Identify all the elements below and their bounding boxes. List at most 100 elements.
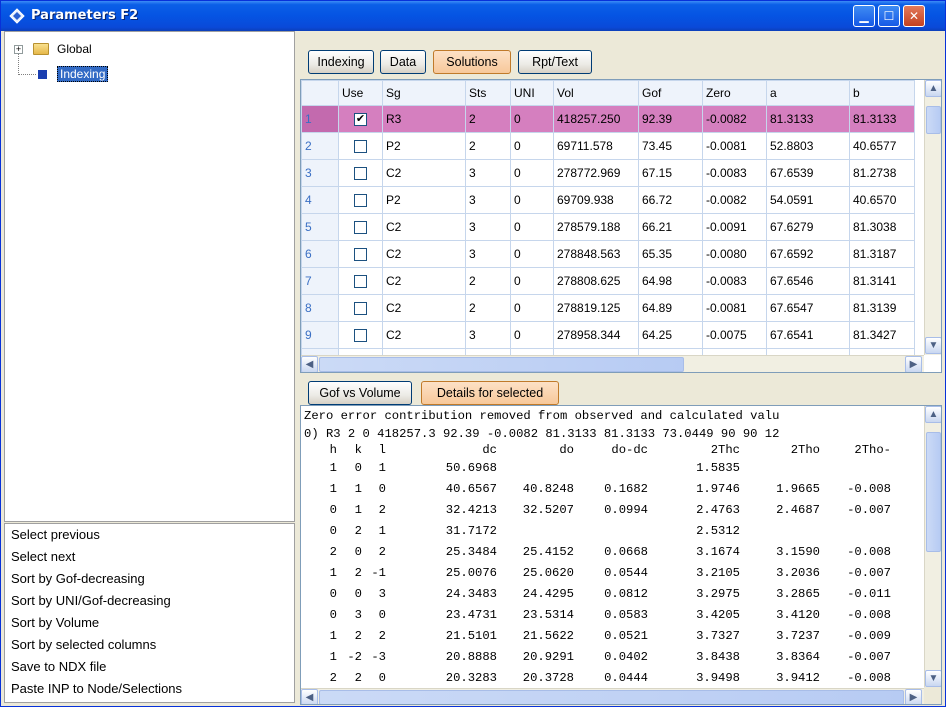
scroll-down-icon[interactable]: ▼ bbox=[925, 337, 941, 354]
action-sort-uni-gof[interactable]: Sort by UNI/Gof-decreasing bbox=[11, 593, 171, 608]
cell-uni[interactable]: 0 bbox=[510, 213, 554, 241]
cell-a[interactable]: 67.6279 bbox=[766, 213, 850, 241]
cell-uni[interactable]: 0 bbox=[510, 105, 554, 133]
cell-uni[interactable]: 0 bbox=[510, 267, 554, 295]
row-number[interactable]: 2 bbox=[301, 132, 339, 160]
grid-vertical-scrollbar[interactable]: ▲ ▼ bbox=[924, 80, 941, 355]
cell-zero[interactable]: -0.0082 bbox=[702, 105, 767, 133]
cell-sg[interactable]: C2 bbox=[382, 159, 466, 187]
table-row[interactable]: 7 C2 2 0 278808.625 64.98 -0.0083 67.6546 81.314… bbox=[301, 267, 915, 295]
scroll-left-icon[interactable]: ◀ bbox=[301, 689, 318, 704]
cell-uni[interactable]: 0 bbox=[510, 159, 554, 187]
cell-sg[interactable]: C2 bbox=[382, 240, 466, 268]
cell-a[interactable]: 81.3133 bbox=[766, 105, 850, 133]
scroll-right-icon[interactable]: ▶ bbox=[905, 356, 922, 372]
col-header-vol[interactable]: Vol bbox=[553, 80, 639, 106]
col-header-sts[interactable]: Sts bbox=[465, 80, 511, 106]
action-sort-selected-columns[interactable]: Sort by selected columns bbox=[11, 637, 156, 652]
use-checkbox[interactable] bbox=[354, 329, 367, 343]
action-select-next[interactable]: Select next bbox=[11, 549, 75, 564]
tab-gof-vs-volume[interactable]: Gof vs Volume bbox=[308, 381, 412, 405]
action-sort-volume[interactable]: Sort by Volume bbox=[11, 615, 99, 630]
minimize-button[interactable]: ▁ bbox=[853, 5, 875, 27]
maximize-button[interactable]: ☐ bbox=[878, 5, 900, 27]
use-checkbox[interactable] bbox=[354, 194, 367, 208]
cell-vol[interactable]: 278808.625 bbox=[553, 267, 639, 295]
cell-vol[interactable]: 278819.125 bbox=[553, 294, 639, 322]
resize-grip-icon[interactable] bbox=[924, 687, 941, 704]
col-header-a[interactable]: a bbox=[766, 80, 850, 106]
cell-b[interactable]: 81.3133 bbox=[849, 105, 915, 133]
table-row[interactable]: 9 C2 3 0 278958.344 64.25 -0.0075 67.6541 81.342… bbox=[301, 321, 915, 349]
col-header-sg[interactable]: Sg bbox=[382, 80, 466, 106]
action-sort-gof[interactable]: Sort by Gof-decreasing bbox=[11, 571, 145, 586]
cell-b[interactable]: 40.6570 bbox=[849, 186, 915, 214]
table-row[interactable]: 2 P2 2 0 69711.578 73.45 -0.0081 52.8803 40.6577 bbox=[301, 132, 915, 160]
tab-rpt-text[interactable]: Rpt/Text bbox=[518, 50, 592, 74]
cell-zero[interactable]: -0.0082 bbox=[702, 186, 767, 214]
scroll-thumb[interactable] bbox=[926, 432, 941, 552]
col-header-gof[interactable]: Gof bbox=[638, 80, 703, 106]
cell-sg[interactable]: R3 bbox=[382, 105, 466, 133]
use-checkbox[interactable] bbox=[354, 248, 367, 262]
cell-sg[interactable]: C2 bbox=[382, 213, 466, 241]
table-row[interactable]: 3 C2 3 0 278772.969 67.15 -0.0083 67.6539 81.273… bbox=[301, 159, 915, 187]
cell-a[interactable]: 67.6541 bbox=[766, 321, 850, 349]
row-number[interactable]: 4 bbox=[301, 186, 339, 214]
cell-sts[interactable]: 3 bbox=[465, 321, 511, 349]
cell-zero[interactable]: -0.0091 bbox=[702, 213, 767, 241]
table-row[interactable]: 1 ✔ R3 2 0 418257.250 92.39 -0.0082 81.3133 81.31… bbox=[301, 105, 915, 133]
cell-b[interactable]: 81.3038 bbox=[849, 213, 915, 241]
cell-a[interactable]: 67.6546 bbox=[766, 267, 850, 295]
col-header-uni[interactable]: UNI bbox=[510, 80, 554, 106]
details-text-area[interactable]: Zero error contribution removed from obs… bbox=[300, 405, 942, 705]
table-row[interactable]: 5 C2 3 0 278579.188 66.21 -0.0091 67.6279 81.303… bbox=[301, 213, 915, 241]
cell-sts[interactable]: 3 bbox=[465, 213, 511, 241]
tab-data[interactable]: Data bbox=[380, 50, 426, 74]
cell-gof[interactable]: 64.98 bbox=[638, 267, 703, 295]
cell-uni[interactable]: 0 bbox=[510, 240, 554, 268]
cell-gof[interactable]: 65.35 bbox=[638, 240, 703, 268]
cell-gof[interactable]: 66.72 bbox=[638, 186, 703, 214]
grid-horizontal-scrollbar[interactable]: ◀ ▶ bbox=[301, 355, 924, 372]
cell-b[interactable]: 81.3139 bbox=[849, 294, 915, 322]
cell-gof[interactable]: 64.89 bbox=[638, 294, 703, 322]
tree-item-global[interactable]: + Global bbox=[5, 42, 205, 58]
scroll-down-icon[interactable]: ▼ bbox=[925, 670, 941, 687]
scroll-up-icon[interactable]: ▲ bbox=[925, 80, 941, 97]
cell-sts[interactable]: 3 bbox=[465, 159, 511, 187]
use-checkbox[interactable] bbox=[354, 140, 367, 154]
cell-a[interactable]: 67.6539 bbox=[766, 159, 850, 187]
row-number[interactable]: 1 bbox=[301, 105, 339, 133]
cell-gof[interactable]: 67.15 bbox=[638, 159, 703, 187]
cell-b[interactable]: 81.2738 bbox=[849, 159, 915, 187]
table-row[interactable]: 6 C2 3 0 278848.563 65.35 -0.0080 67.6592 81.318… bbox=[301, 240, 915, 268]
scroll-thumb[interactable] bbox=[926, 106, 941, 134]
cell-uni[interactable]: 0 bbox=[510, 294, 554, 322]
cell-a[interactable]: 54.0591 bbox=[766, 186, 850, 214]
cell-sts[interactable]: 3 bbox=[465, 186, 511, 214]
cell-uni[interactable]: 0 bbox=[510, 132, 554, 160]
scroll-thumb[interactable] bbox=[319, 690, 904, 704]
tab-indexing[interactable]: Indexing bbox=[308, 50, 374, 74]
cell-sts[interactable]: 2 bbox=[465, 105, 511, 133]
table-row[interactable]: 8 C2 2 0 278819.125 64.89 -0.0081 67.6547 81.313… bbox=[301, 294, 915, 322]
details-horizontal-scrollbar[interactable]: ◀ ▶ bbox=[301, 688, 924, 704]
title-bar[interactable]: Parameters F2 ▁ ☐ ✕ bbox=[1, 1, 945, 31]
cell-vol[interactable]: 278848.563 bbox=[553, 240, 639, 268]
cell-b[interactable]: 81.3427 bbox=[849, 321, 915, 349]
cell-vol[interactable]: 69711.578 bbox=[553, 132, 639, 160]
details-vertical-scrollbar[interactable]: ▲ ▼ bbox=[924, 406, 941, 688]
cell-vol[interactable]: 278772.969 bbox=[553, 159, 639, 187]
cell-zero[interactable]: -0.0080 bbox=[702, 240, 767, 268]
cell-zero[interactable]: -0.0075 bbox=[702, 321, 767, 349]
cell-gof[interactable]: 64.25 bbox=[638, 321, 703, 349]
cell-sts[interactable]: 2 bbox=[465, 132, 511, 160]
cell-sg[interactable]: P2 bbox=[382, 186, 466, 214]
cell-b[interactable]: 81.3141 bbox=[849, 267, 915, 295]
cell-sts[interactable]: 2 bbox=[465, 267, 511, 295]
cell-sg[interactable]: C2 bbox=[382, 294, 466, 322]
use-checkbox[interactable] bbox=[354, 167, 367, 181]
row-number[interactable]: 6 bbox=[301, 240, 339, 268]
cell-vol[interactable]: 69709.938 bbox=[553, 186, 639, 214]
